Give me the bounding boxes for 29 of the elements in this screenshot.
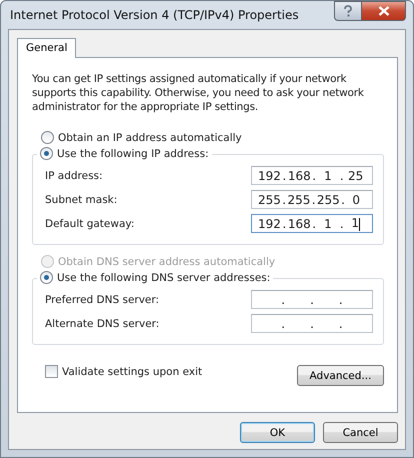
- radio-label: Use the following IP address:: [57, 148, 209, 160]
- ip-address-field[interactable]: 192.168. 1 . 25: [251, 166, 373, 185]
- advanced-button[interactable]: Advanced...: [297, 365, 384, 386]
- field-label: Subnet mask:: [45, 194, 118, 206]
- question-icon: [343, 5, 353, 17]
- field-label: Default gateway:: [45, 218, 134, 230]
- help-button[interactable]: [334, 1, 362, 21]
- ip-address-field[interactable]: 192.168. 1 . 1: [251, 214, 373, 233]
- close-button[interactable]: [362, 1, 406, 21]
- dialog-button[interactable]: Cancel: [323, 422, 398, 443]
- radio-button[interactable]: [41, 131, 54, 144]
- radio-button[interactable]: [40, 147, 53, 160]
- intro-text: You can get IP settings assigned automatically if your network supports this capability. Otherwise, you need to ask your network administrator for the appropriate IP settings.: [32, 72, 365, 114]
- field-label: Alternate DNS server:: [45, 318, 160, 330]
- ip-address-field[interactable]: 255.255.255. 0: [251, 190, 373, 209]
- window-title: Internet Protocol Version 4 (TCP/IPv4) Properties: [9, 8, 299, 22]
- radio-button[interactable]: [40, 271, 53, 284]
- radio-label: Obtain an IP address automatically: [58, 132, 242, 144]
- field-label: Preferred DNS server:: [45, 294, 160, 306]
- dialog-button[interactable]: OK: [240, 422, 315, 443]
- field-label: IP address:: [45, 170, 103, 182]
- radio-label: Use the following DNS server addresses:: [57, 272, 270, 284]
- radio-label: Obtain DNS server address automatically: [58, 256, 276, 268]
- ip-address-field[interactable]: . . .: [251, 290, 373, 309]
- checkbox[interactable]: [45, 365, 58, 378]
- close-icon: [378, 6, 390, 16]
- checkbox-label: Validate settings upon exit: [62, 366, 202, 378]
- ip-address-field[interactable]: . . .: [251, 314, 373, 333]
- tab[interactable]: General: [17, 38, 76, 58]
